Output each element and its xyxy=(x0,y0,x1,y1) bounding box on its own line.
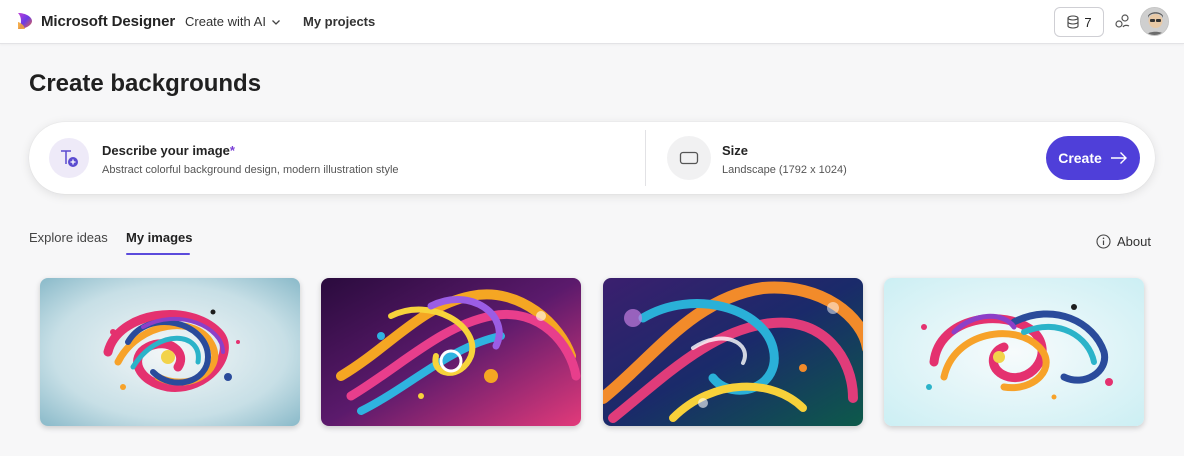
landscape-rectangle-icon xyxy=(679,151,699,165)
create-button[interactable]: Create xyxy=(1046,136,1140,180)
info-icon xyxy=(1096,234,1111,249)
page-title: Create backgrounds xyxy=(29,70,262,97)
brand[interactable]: Microsoft Designer xyxy=(16,11,175,31)
generated-image-card[interactable] xyxy=(321,278,581,426)
text-add-icon xyxy=(61,150,78,167)
tab-explore-ideas[interactable]: Explore ideas xyxy=(29,230,108,245)
prompt-field-button[interactable] xyxy=(49,138,89,178)
user-avatar-icon xyxy=(1141,8,1168,35)
divider xyxy=(645,130,646,186)
coins-icon xyxy=(1067,15,1079,29)
tab-my-images[interactable]: My images xyxy=(126,230,192,245)
generated-image-card[interactable] xyxy=(40,278,300,426)
arrow-right-icon xyxy=(1110,152,1127,164)
designer-logo-icon xyxy=(18,13,32,29)
about-button[interactable]: About xyxy=(1096,234,1151,249)
size-selector-button[interactable] xyxy=(667,136,711,180)
chevron-down-icon xyxy=(271,19,280,25)
prompt-card: Describe your image* Abstract colorful b… xyxy=(29,122,1155,194)
share-people-icon[interactable] xyxy=(1114,13,1132,31)
abstract-swirl-pale-cyan-icon xyxy=(884,278,1144,426)
abstract-swirl-dark-blue-icon xyxy=(603,278,863,426)
nav-create-with-ai[interactable]: Create with AI xyxy=(185,14,281,29)
size-label: Size xyxy=(722,143,749,158)
avatar[interactable] xyxy=(1140,7,1169,36)
required-marker: * xyxy=(229,143,235,158)
abstract-swirl-dark-purple-icon xyxy=(321,278,581,426)
nav-create-label: Create with AI xyxy=(185,14,266,29)
prompt-label: Describe your image* xyxy=(102,143,235,158)
create-button-label: Create xyxy=(1058,150,1102,166)
generated-image-card[interactable] xyxy=(603,278,863,426)
prompt-label-text: Describe your image xyxy=(102,143,230,158)
brand-name: Microsoft Designer xyxy=(41,12,176,30)
nav-my-projects[interactable]: My projects xyxy=(303,14,375,29)
credits-button[interactable]: 7 xyxy=(1054,7,1104,37)
credits-count: 7 xyxy=(1084,14,1092,30)
generated-image-card[interactable] xyxy=(884,278,1144,426)
active-tab-indicator xyxy=(126,253,190,255)
about-label: About xyxy=(1117,234,1151,249)
prompt-input[interactable]: Abstract colorful background design, mod… xyxy=(102,164,399,176)
size-value[interactable]: Landscape (1792 x 1024) xyxy=(722,164,847,176)
top-bar: Microsoft Designer Create with AI My pro… xyxy=(0,0,1184,44)
abstract-swirl-light-teal-icon xyxy=(40,278,300,426)
